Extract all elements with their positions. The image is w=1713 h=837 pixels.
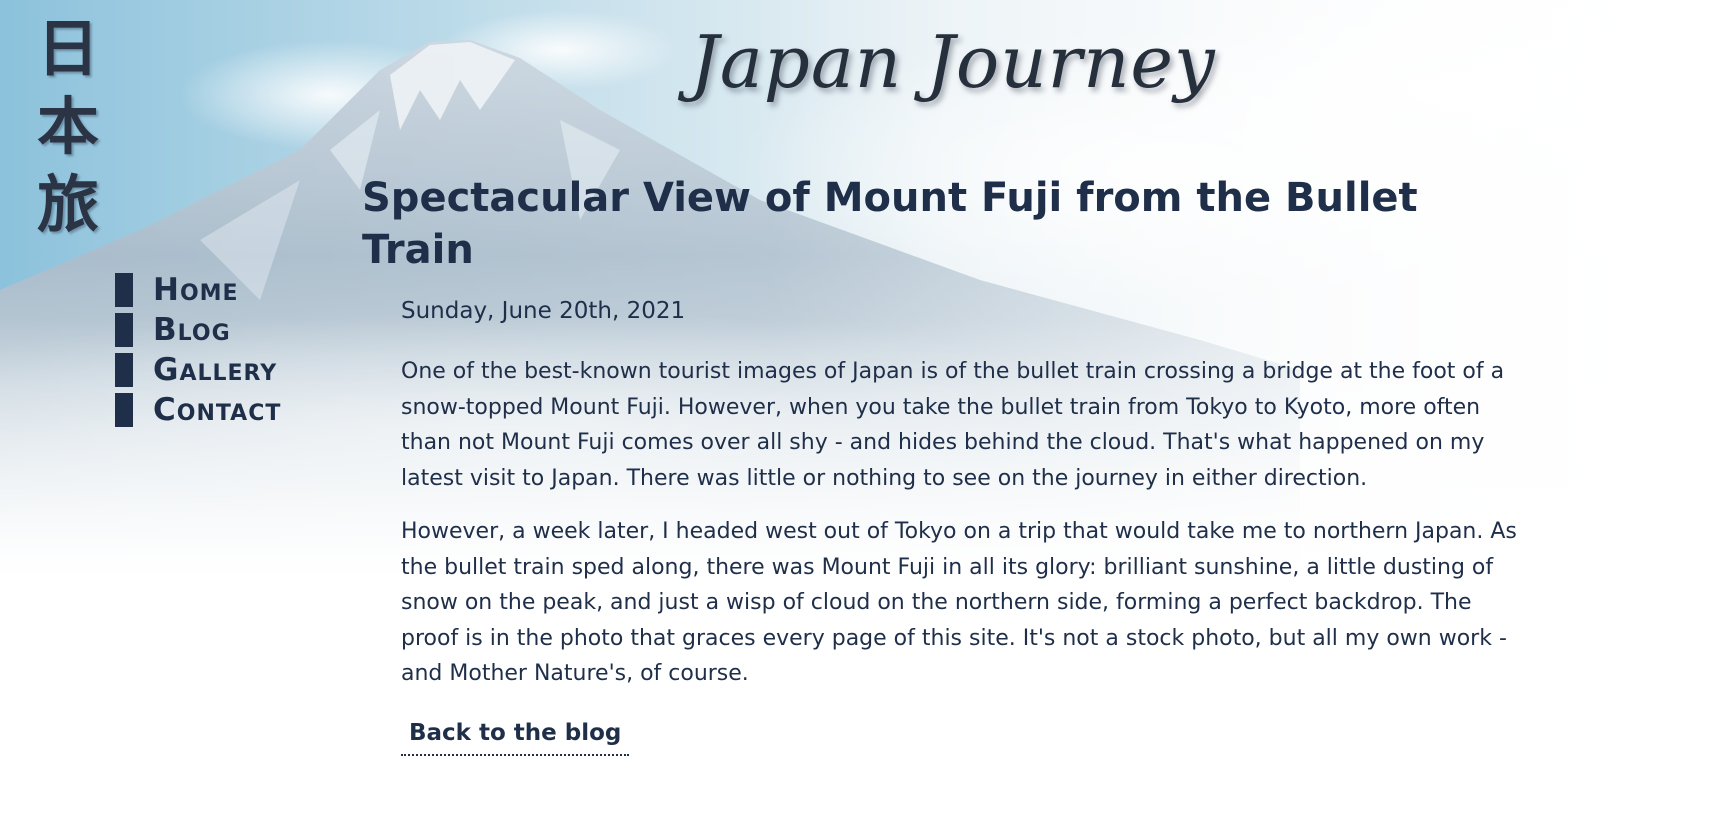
back-to-blog-link[interactable]: Back to the blog	[401, 714, 630, 756]
page: 日 本 旅 Japan Journey Home Blog Gallery Co…	[0, 0, 1713, 837]
post-date: Sunday, June 20th, 2021	[401, 298, 686, 324]
nav-marker	[115, 273, 133, 307]
nav-item-blog: Blog	[115, 310, 281, 350]
nav-marker	[115, 353, 133, 387]
nav-link-blog[interactable]: Blog	[153, 313, 231, 347]
site-title: Japan Journey	[690, 20, 1216, 104]
nav-marker	[115, 313, 133, 347]
article-content: Sunday, June 20th, 2021 One of the best-…	[401, 290, 1521, 756]
nav-link-home[interactable]: Home	[153, 273, 239, 307]
nav-link-gallery[interactable]: Gallery	[153, 353, 277, 387]
nav-item-contact: Contact	[115, 390, 281, 430]
site-logo[interactable]: 日 本 旅	[28, 10, 108, 244]
logo-kanji-3: 旅	[36, 168, 99, 241]
logo-kanji-1: 日	[36, 12, 99, 85]
nav-item-home: Home	[115, 270, 281, 310]
nav-marker	[115, 393, 133, 427]
article-paragraph-1: One of the best-known tourist images of …	[401, 359, 1505, 491]
main-nav: Home Blog Gallery Contact	[115, 270, 281, 430]
nav-item-gallery: Gallery	[115, 350, 281, 390]
nav-link-contact[interactable]: Contact	[153, 393, 281, 427]
article-title: Spectacular View of Mount Fuji from the …	[362, 175, 1418, 273]
article-paragraph-2: However, a week later, I headed west out…	[401, 519, 1517, 686]
logo-kanji-2: 本	[36, 90, 99, 163]
